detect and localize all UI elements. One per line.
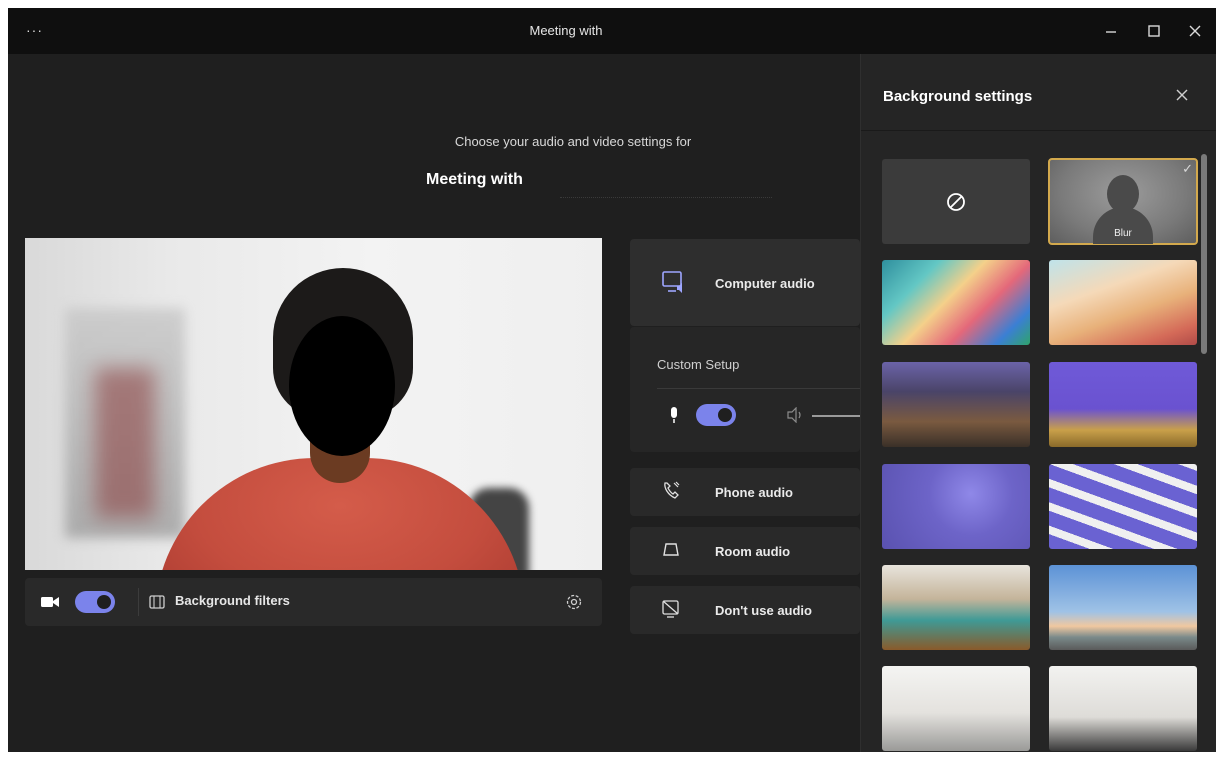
meeting-window: ··· Meeting with Choose your audio and v… xyxy=(8,8,1216,752)
toggle-knob xyxy=(718,408,732,422)
close-panel-button[interactable] xyxy=(1171,84,1193,106)
window-title: Meeting with xyxy=(529,23,603,38)
dont-use-audio-label: Don't use audio xyxy=(715,603,812,618)
computer-audio-label: Computer audio xyxy=(715,276,815,291)
scrollbar-thumb[interactable] xyxy=(1201,154,1207,354)
video-preview xyxy=(25,238,602,570)
background-sticky-notes-tile[interactable] xyxy=(1049,464,1197,549)
close-icon xyxy=(1189,25,1201,37)
settings-prompt: Choose your audio and video settings for xyxy=(454,134,692,149)
phone-audio-option[interactable]: Phone audio xyxy=(630,468,860,516)
blurred-background-object xyxy=(95,368,155,518)
blur-label: Blur xyxy=(1114,228,1132,239)
dont-use-audio-option[interactable]: Don't use audio xyxy=(630,586,860,634)
phone-icon xyxy=(664,481,680,499)
no-audio-icon xyxy=(662,600,679,618)
background-abstract-waves-tile[interactable] xyxy=(882,260,1030,345)
meeting-name: Meeting with xyxy=(426,171,523,188)
background-modern-office-tile[interactable] xyxy=(882,565,1030,650)
background-seaside-town-tile[interactable] xyxy=(1049,565,1197,650)
face-redaction xyxy=(289,316,395,456)
custom-setup-label: Custom Setup xyxy=(657,357,740,372)
background-pastel-sculpture-tile[interactable] xyxy=(1049,260,1197,345)
background-none-tile[interactable] xyxy=(882,159,1030,244)
close-window-button[interactable] xyxy=(1182,18,1208,44)
divider xyxy=(138,588,139,616)
microphone-icon xyxy=(671,407,677,423)
custom-setup-section: Custom Setup xyxy=(630,326,860,452)
background-purple-office-tile[interactable] xyxy=(1049,362,1197,447)
background-blue-dots-tile[interactable] xyxy=(882,464,1030,549)
background-filters-button[interactable]: Background filters xyxy=(175,593,290,608)
minimize-icon xyxy=(1106,31,1116,33)
background-settings-panel: Background settings ✓ Blur xyxy=(860,54,1216,752)
background-white-loft-tile[interactable] xyxy=(1049,666,1197,751)
background-blur-tile[interactable]: ✓ Blur xyxy=(1048,158,1198,245)
title-bar: ··· Meeting with xyxy=(8,8,1216,54)
background-settings-title: Background settings xyxy=(883,88,1033,105)
background-white-room-tile[interactable] xyxy=(882,666,1030,751)
room-audio-label: Room audio xyxy=(715,544,791,559)
meeting-name-underline xyxy=(560,197,772,198)
camera-icon xyxy=(41,597,59,607)
video-controls-bar: Background filters xyxy=(25,578,602,626)
close-icon xyxy=(1176,89,1188,101)
checkmark-icon: ✓ xyxy=(1182,161,1193,176)
room-audio-icon xyxy=(663,543,679,556)
maximize-icon xyxy=(1148,25,1160,37)
room-audio-option[interactable]: Room audio xyxy=(630,527,860,575)
toggle-knob xyxy=(97,595,111,609)
divider xyxy=(861,130,1216,131)
maximize-button[interactable] xyxy=(1141,18,1167,44)
camera-toggle[interactable] xyxy=(75,591,115,613)
speaker-volume-slider[interactable] xyxy=(812,415,860,417)
microphone-toggle[interactable] xyxy=(696,404,736,426)
minimize-button[interactable] xyxy=(1098,18,1124,44)
background-living-room-tile[interactable] xyxy=(882,362,1030,447)
phone-audio-label: Phone audio xyxy=(715,485,793,500)
computer-audio-option[interactable]: Computer audio xyxy=(630,239,860,326)
background-filters-icon xyxy=(149,595,165,609)
divider xyxy=(657,388,860,389)
computer-audio-icon xyxy=(662,271,682,293)
no-background-icon xyxy=(947,192,965,211)
gear-icon[interactable] xyxy=(563,591,585,613)
speaker-icon xyxy=(787,407,801,423)
